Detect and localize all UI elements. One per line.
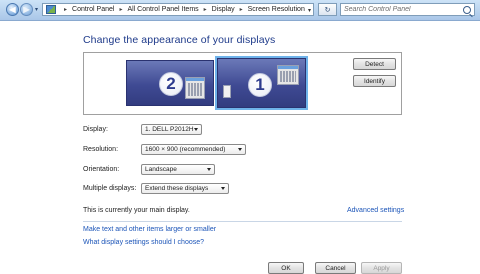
monitor-number-badge: 1 <box>248 73 272 97</box>
forward-button[interactable]: ▶ <box>20 3 33 16</box>
chevron-down-icon <box>207 168 211 171</box>
display-label: Display: <box>83 126 108 133</box>
window-toolbar: ◀ ▶ ▾ ▸ Control Panel ▸ All Control Pane… <box>0 0 480 21</box>
window-thumbnail-icon <box>185 77 205 99</box>
resolution-select-value: 1600 × 900 (recommended) <box>145 146 226 153</box>
page-title: Change the appearance of your displays <box>83 34 276 46</box>
control-panel-icon <box>46 5 56 14</box>
multiple-displays-select[interactable]: Extend these displays <box>141 183 229 194</box>
refresh-button[interactable]: ↻ <box>318 3 337 16</box>
resolution-select[interactable]: 1600 × 900 (recommended) <box>141 144 246 155</box>
divider <box>83 221 402 222</box>
breadcrumb-separator: ▸ <box>64 7 68 13</box>
search-icon[interactable] <box>463 6 471 14</box>
identify-button[interactable]: Identify <box>353 75 396 87</box>
chevron-down-icon <box>221 187 225 190</box>
breadcrumb-screen-resolution[interactable]: Screen Resolution <box>248 6 305 13</box>
breadcrumb-separator: ▸ <box>239 7 243 13</box>
monitor-number-badge: 2 <box>159 72 183 96</box>
forward-arrow-icon: ▶ <box>23 4 30 14</box>
orientation-label: Orientation: <box>83 166 120 173</box>
window-thumbnail-icon <box>277 65 299 85</box>
breadcrumb-all-items[interactable]: All Control Panel Items <box>127 6 198 13</box>
detect-button[interactable]: Detect <box>353 58 396 70</box>
breadcrumb-display[interactable]: Display <box>212 6 235 13</box>
monitor-1-selected[interactable]: 1 <box>215 56 308 110</box>
back-arrow-icon: ◀ <box>9 4 16 14</box>
resolution-label: Resolution: <box>83 146 119 153</box>
orientation-select[interactable]: Landscape <box>141 164 215 175</box>
chevron-down-icon <box>194 128 198 131</box>
cancel-button[interactable]: Cancel <box>315 262 356 274</box>
address-history-dropdown[interactable]: ▾ <box>308 7 311 14</box>
back-button[interactable]: ◀ <box>6 3 19 16</box>
multiple-displays-label: Multiple displays: <box>83 185 137 192</box>
search-input[interactable] <box>341 6 462 13</box>
breadcrumb-separator: ▸ <box>203 7 207 13</box>
advanced-settings-link[interactable]: Advanced settings <box>347 207 404 214</box>
display-select-value: 1. DELL P2012H <box>145 126 194 133</box>
breadcrumb-control-panel[interactable]: Control Panel <box>72 6 114 13</box>
recent-pages-dropdown[interactable]: ▾ <box>35 6 38 13</box>
text-size-link[interactable]: Make text and other items larger or smal… <box>83 226 216 233</box>
orientation-select-value: Landscape <box>145 166 177 173</box>
ok-button[interactable]: OK <box>268 262 304 274</box>
multiple-displays-select-value: Extend these displays <box>145 185 209 192</box>
breadcrumb-separator: ▸ <box>119 7 123 13</box>
display-select[interactable]: 1. DELL P2012H <box>141 124 202 135</box>
refresh-icon: ↻ <box>324 6 331 14</box>
search-box[interactable] <box>340 3 475 16</box>
main-display-status: This is currently your main display. <box>83 207 190 214</box>
apply-button[interactable]: Apply <box>361 262 402 274</box>
address-bar[interactable]: ▸ Control Panel ▸ All Control Panel Item… <box>42 3 314 16</box>
document-thumbnail-icon <box>223 85 231 98</box>
chevron-down-icon <box>238 148 242 151</box>
monitor-2[interactable]: 2 <box>126 60 214 106</box>
display-help-link[interactable]: What display settings should I choose? <box>83 239 204 246</box>
